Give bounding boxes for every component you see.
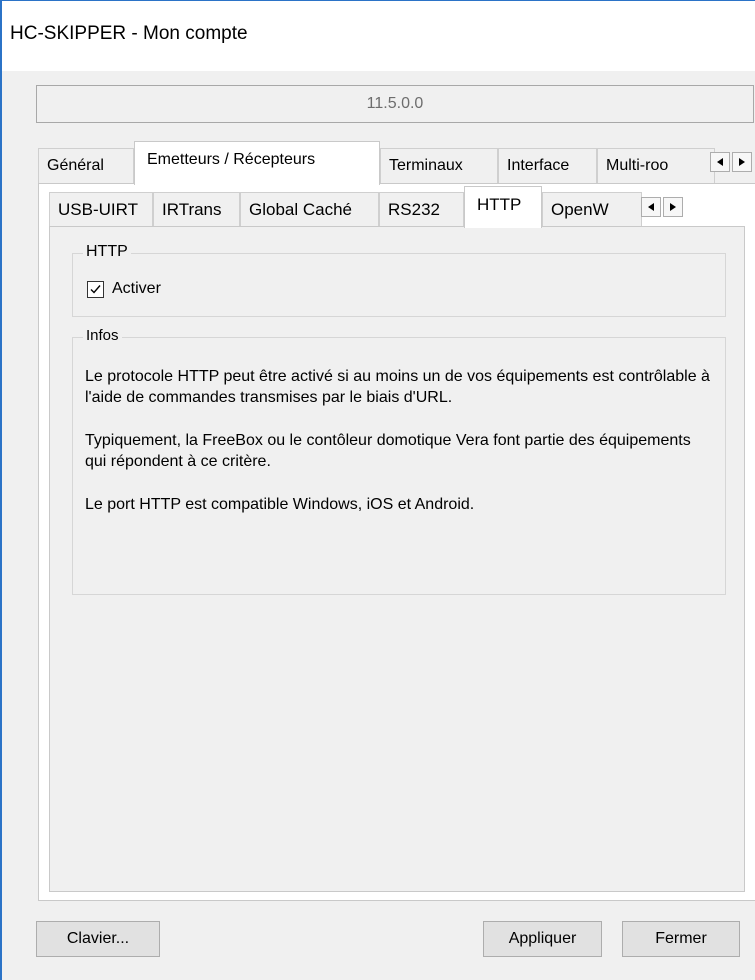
tab-openweb[interactable]: OpenW [542,192,642,226]
info-group-legend: Infos [83,327,122,344]
account-window: HC-SKIPPER - Mon compte 11.5.0.0 Général… [0,0,755,980]
tab-irtrans[interactable]: IRTrans [153,192,240,226]
outer-tab-scroll [710,152,752,172]
close-button[interactable]: Fermer [622,921,740,957]
checkmark-icon [90,284,101,294]
info-paragraph: Le protocole HTTP peut être activé si au… [85,368,710,406]
tab-http[interactable]: HTTP [464,186,542,228]
tab-rs232[interactable]: RS232 [379,192,464,226]
title-bar: HC-SKIPPER - Mon compte [2,1,755,71]
http-group-legend: HTTP [83,243,131,261]
outer-tab-strip: Général Emetteurs / Récepteurs Terminaux… [38,141,755,185]
apply-button[interactable]: Appliquer [483,921,602,957]
keyboard-button[interactable]: Clavier... [36,921,160,957]
info-group: Infos Le protocole HTTP peut être activé… [72,327,726,595]
arrow-left-icon[interactable] [641,197,661,217]
info-text: Le protocole HTTP peut être activé si au… [85,366,715,537]
info-paragraph: Typiquement, la FreeBox ou le contôleur … [85,432,691,470]
inner-tab-scroll [641,197,683,217]
tab-global-cache[interactable]: Global Caché [240,192,379,226]
window-title: HC-SKIPPER - Mon compte [10,23,248,44]
http-tab-panel: HTTP Activer Infos Le protocole HTTP peu… [49,226,745,892]
tab-interface[interactable]: Interface [498,148,597,184]
tab-usb-uirt[interactable]: USB-UIRT [49,192,153,226]
activate-label: Activer [112,280,161,297]
tab-emitters-receivers[interactable]: Emetteurs / Récepteurs [134,141,380,185]
arrow-right-icon[interactable] [732,152,752,172]
tab-terminals[interactable]: Terminaux [380,148,498,184]
activate-checkbox[interactable] [87,280,104,298]
outer-tab-panel: USB-UIRT IRTrans Global Caché RS232 HTTP… [38,183,755,901]
arrow-left-icon[interactable] [710,152,730,172]
activate-checkbox-row[interactable]: Activer [87,280,161,298]
info-paragraph: Le port HTTP est compatible Windows, iOS… [85,496,475,513]
http-group: HTTP Activer [72,243,726,317]
version-field: 11.5.0.0 [36,85,754,123]
arrow-right-icon[interactable] [663,197,683,217]
tab-multiroom[interactable]: Multi-roo [597,148,715,184]
tab-general[interactable]: Général [38,148,134,184]
inner-tab-strip: USB-UIRT IRTrans Global Caché RS232 HTTP… [49,186,754,228]
